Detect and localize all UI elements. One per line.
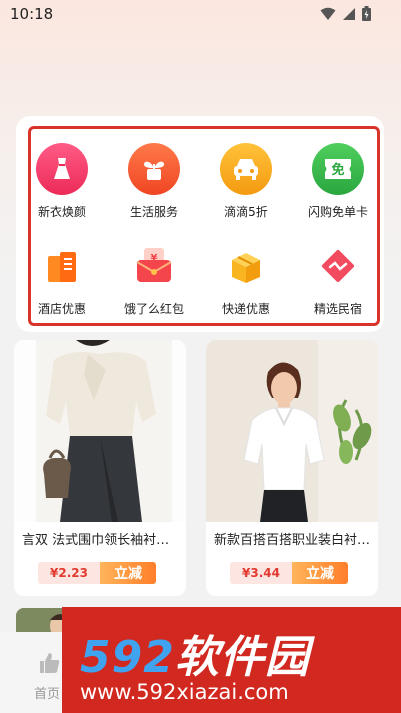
hotel-icon: [36, 240, 88, 292]
category-eleme[interactable]: ¥ 饿了么红包: [109, 240, 199, 317]
nav-home-label[interactable]: 首页: [34, 683, 60, 702]
homestay-icon: [312, 240, 364, 292]
watermark-banner: 592软件园 www.592xiazai.com: [62, 607, 401, 713]
product-title: 新款百搭百搭职业装白衬衫女短袖: [214, 533, 374, 548]
category-label: 酒店优惠: [37, 302, 86, 316]
product-title: 言双 法式围巾领长袖衬衫女春秋季新款: [22, 533, 182, 548]
category-didi[interactable]: 滴滴5折: [201, 143, 291, 220]
category-label: 精选民宿: [313, 302, 362, 316]
category-label: 滴滴5折: [224, 205, 268, 219]
box-icon: [220, 240, 272, 292]
product-image: [14, 340, 186, 522]
category-free-card[interactable]: 免 闪购免单卡: [293, 143, 383, 220]
category-homestay[interactable]: 精选民宿: [293, 240, 383, 317]
category-express[interactable]: 快递优惠: [201, 240, 291, 317]
product-card[interactable]: 新款百搭百搭职业装白衬衫女短袖 ¥3.44 立减: [206, 340, 378, 596]
category-label: 闪购免单卡: [307, 205, 368, 219]
category-new-clothes[interactable]: 新衣焕颜: [17, 143, 107, 220]
category-label: 新衣焕颜: [37, 205, 86, 219]
category-label: 饿了么红包: [123, 302, 184, 316]
product-price: ¥3.44: [230, 562, 292, 584]
plant-icon: [128, 143, 180, 195]
watermark-number: 592: [80, 632, 175, 683]
car-icon: [220, 143, 272, 195]
free-card-icon: 免: [312, 143, 364, 195]
category-label: 快递优惠: [221, 302, 270, 316]
signal-icon: [343, 7, 355, 20]
discount-button[interactable]: 立减: [292, 562, 348, 584]
watermark-text: 软件园: [174, 632, 310, 683]
coupon-tag[interactable]: ¥2.23 立减: [38, 562, 156, 584]
category-life-service[interactable]: 生活服务: [109, 143, 199, 220]
dress-icon: [36, 143, 88, 195]
status-icons: [320, 6, 371, 21]
product-image: [206, 340, 378, 522]
category-label: 生活服务: [129, 205, 178, 219]
wifi-icon: [320, 7, 336, 20]
product-card[interactable]: 言双 法式围巾领长袖衬衫女春秋季新款 ¥2.23 立减: [14, 340, 186, 596]
svg-text:免: 免: [331, 162, 344, 178]
red-envelope-icon: ¥: [128, 240, 180, 292]
thumbs-up-icon[interactable]: [37, 651, 61, 675]
category-hotel[interactable]: 酒店优惠: [17, 240, 107, 317]
status-time: 10:18: [10, 5, 54, 23]
battery-icon: [362, 6, 371, 21]
product-price: ¥2.23: [38, 562, 100, 584]
status-bar: 10:18: [0, 0, 401, 28]
watermark-title: 592软件园: [80, 621, 310, 685]
discount-button[interactable]: 立减: [100, 562, 156, 584]
watermark-url: www.592xiazai.com: [80, 680, 289, 704]
coupon-tag[interactable]: ¥3.44 立减: [230, 562, 348, 584]
